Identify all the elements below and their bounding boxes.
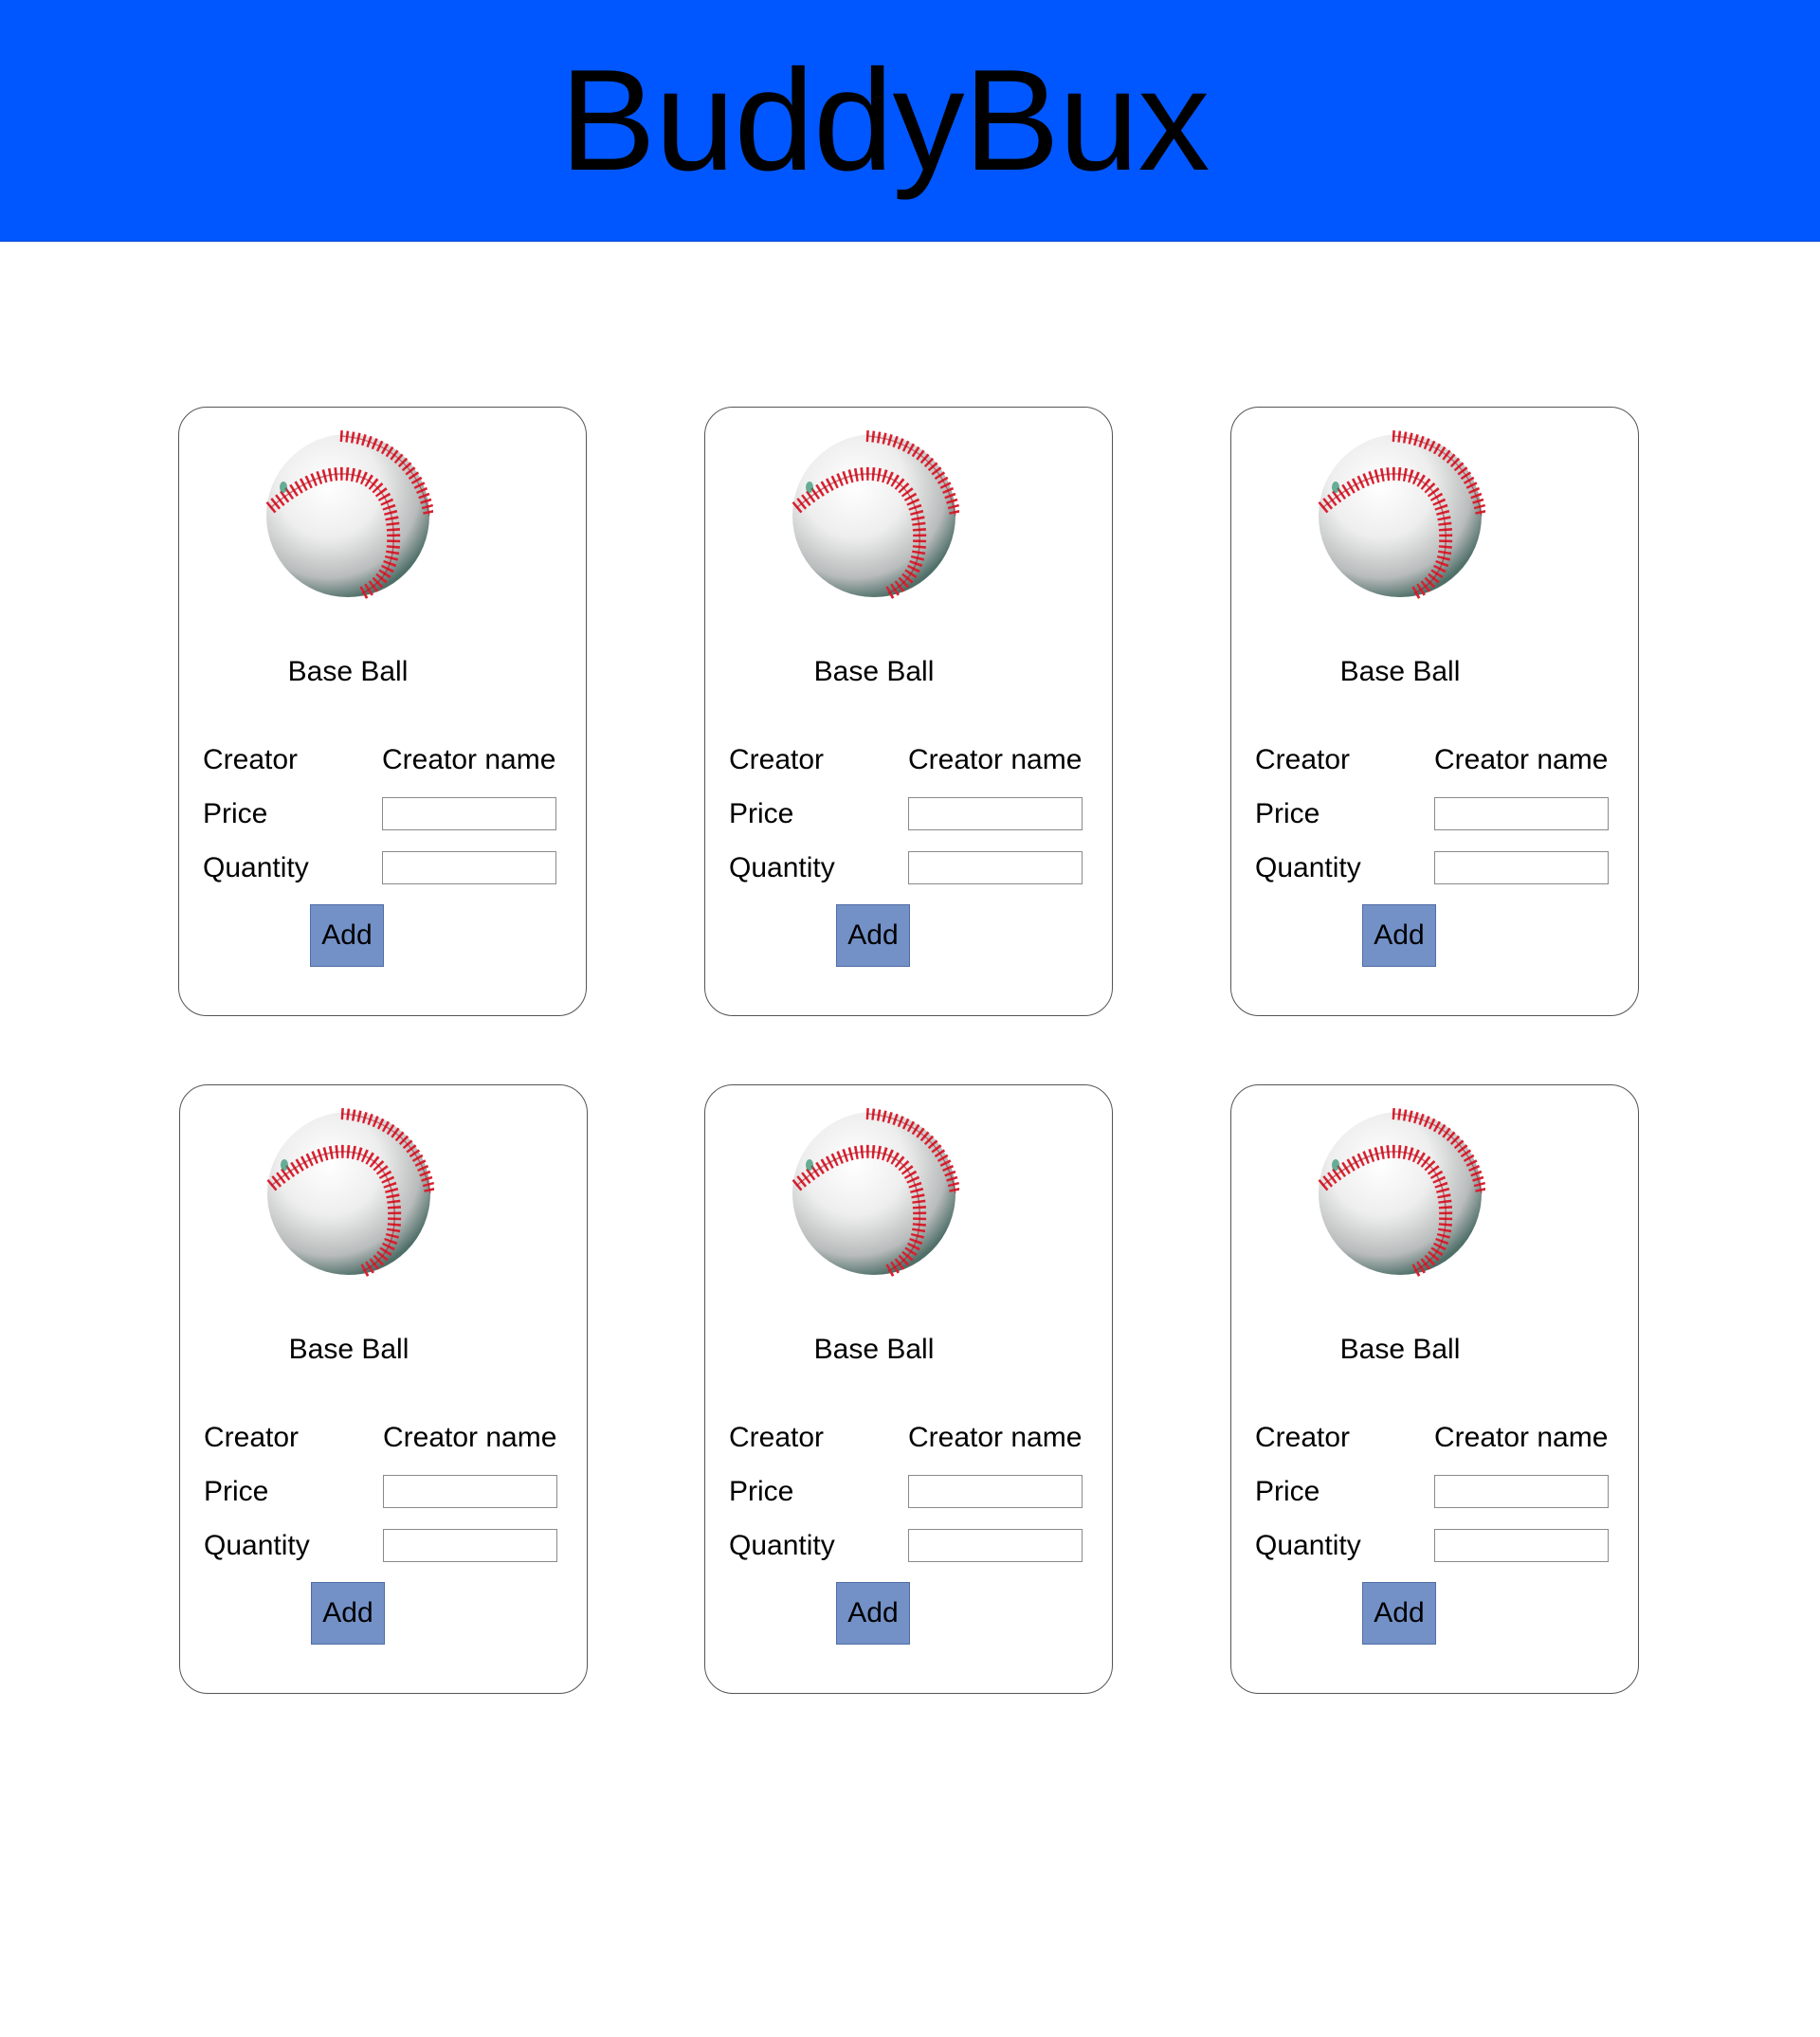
creator-value: Creator name	[383, 1422, 557, 1453]
price-input[interactable]	[1434, 797, 1609, 830]
product-card: Base Ball Creator Creator name Price Qua…	[704, 407, 1113, 1016]
creator-label: Creator	[1255, 744, 1351, 775]
price-label: Price	[204, 1476, 269, 1507]
creator-label: Creator	[204, 1422, 300, 1453]
price-label: Price	[1255, 798, 1320, 829]
product-name: Base Ball	[1339, 1334, 1461, 1365]
price-input[interactable]	[1434, 1475, 1609, 1508]
price-input[interactable]	[382, 797, 556, 830]
add-button[interactable]: Add	[836, 904, 910, 967]
creator-label: Creator	[729, 1422, 825, 1453]
add-button[interactable]: Add	[836, 1582, 910, 1645]
quantity-input[interactable]	[1434, 851, 1609, 884]
quantity-label: Quantity	[729, 1530, 835, 1561]
creator-value: Creator name	[908, 744, 1083, 775]
product-name: Base Ball	[813, 1334, 935, 1365]
quantity-label: Quantity	[1255, 852, 1361, 883]
app-header: BuddyBux	[0, 0, 1820, 242]
price-input[interactable]	[383, 1475, 557, 1508]
baseball-icon	[789, 1108, 959, 1279]
product-card: Base Ball Creator Creator name Price Qua…	[179, 1084, 588, 1694]
quantity-label: Quantity	[203, 852, 309, 883]
product-card: Base Ball Creator Creator name Price Qua…	[178, 407, 587, 1016]
baseball-icon	[263, 430, 433, 601]
product-card: Base Ball Creator Creator name Price Qua…	[704, 1084, 1113, 1694]
baseball-icon	[264, 1108, 434, 1279]
quantity-input[interactable]	[908, 1529, 1083, 1562]
quantity-label: Quantity	[729, 852, 835, 883]
creator-value: Creator name	[1434, 744, 1609, 775]
quantity-label: Quantity	[1255, 1530, 1361, 1561]
baseball-icon	[789, 430, 959, 601]
creator-value: Creator name	[382, 744, 556, 775]
price-label: Price	[1255, 1476, 1320, 1507]
app-title: BuddyBux	[559, 40, 1210, 201]
price-label: Price	[729, 1476, 794, 1507]
baseball-icon	[1315, 1108, 1485, 1279]
add-button[interactable]: Add	[311, 1582, 385, 1645]
baseball-icon	[1315, 430, 1485, 601]
product-card: Base Ball Creator Creator name Price Qua…	[1230, 1084, 1639, 1694]
product-card: Base Ball Creator Creator name Price Qua…	[1230, 407, 1639, 1016]
quantity-input[interactable]	[383, 1529, 557, 1562]
add-button[interactable]: Add	[1362, 1582, 1436, 1645]
product-name: Base Ball	[288, 1334, 410, 1365]
add-button[interactable]: Add	[1362, 904, 1436, 967]
creator-label: Creator	[203, 744, 299, 775]
price-label: Price	[729, 798, 794, 829]
product-name: Base Ball	[1339, 656, 1461, 687]
creator-label: Creator	[1255, 1422, 1351, 1453]
price-input[interactable]	[908, 1475, 1083, 1508]
creator-label: Creator	[729, 744, 825, 775]
price-label: Price	[203, 798, 268, 829]
quantity-input[interactable]	[1434, 1529, 1609, 1562]
quantity-input[interactable]	[382, 851, 556, 884]
creator-value: Creator name	[908, 1422, 1083, 1453]
creator-value: Creator name	[1434, 1422, 1609, 1453]
add-button[interactable]: Add	[310, 904, 384, 967]
product-name: Base Ball	[287, 656, 409, 687]
quantity-label: Quantity	[204, 1530, 310, 1561]
quantity-input[interactable]	[908, 851, 1083, 884]
price-input[interactable]	[908, 797, 1083, 830]
product-name: Base Ball	[813, 656, 935, 687]
